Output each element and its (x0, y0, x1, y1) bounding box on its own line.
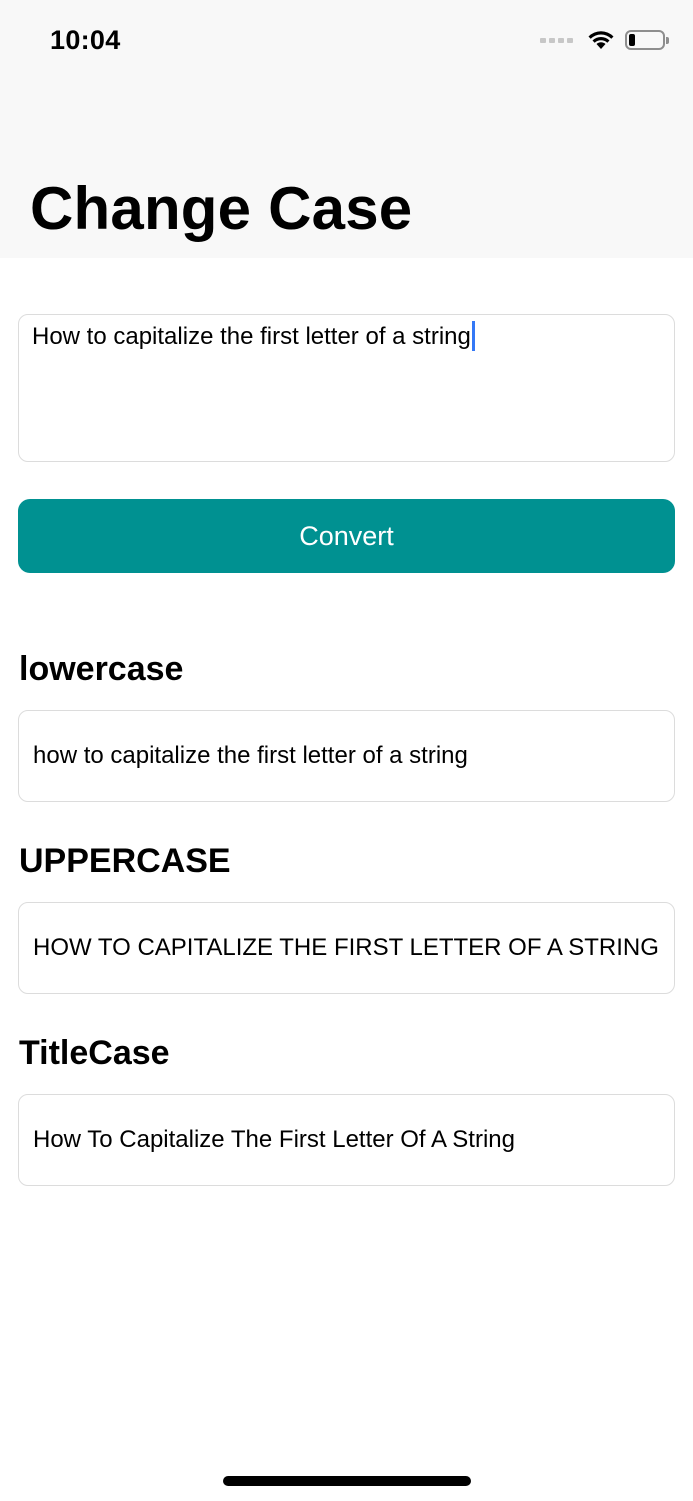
lowercase-result[interactable]: how to capitalize the first letter of a … (18, 710, 675, 802)
status-icons (540, 30, 669, 50)
text-caret (471, 321, 475, 351)
uppercase-label: UPPERCASE (19, 842, 231, 880)
wifi-icon (588, 31, 614, 49)
lowercase-label: lowercase (19, 650, 184, 688)
status-time: 10:04 (50, 25, 121, 55)
home-indicator[interactable] (223, 1476, 471, 1486)
uppercase-result[interactable]: HOW TO CAPITALIZE THE FIRST LETTER OF A … (18, 902, 675, 994)
titlecase-label: TitleCase (19, 1034, 170, 1072)
lowercase-result-text: how to capitalize the first letter of a … (33, 742, 468, 769)
app-screen: 10:04 Change Case How to capitalize the … (0, 0, 693, 1501)
uppercase-result-text: HOW TO CAPITALIZE THE FIRST LETTER OF A … (33, 934, 659, 961)
battery-icon (625, 30, 669, 50)
titlecase-result[interactable]: How To Capitalize The First Letter Of A … (18, 1094, 675, 1186)
convert-button[interactable]: Convert (18, 499, 675, 573)
titlecase-result-text: How To Capitalize The First Letter Of A … (33, 1126, 515, 1153)
page-title: Change Case (30, 175, 413, 242)
text-input-value: How to capitalize the first letter of a … (32, 323, 471, 350)
battery-fill (629, 34, 635, 46)
text-input[interactable]: How to capitalize the first letter of a … (18, 314, 675, 462)
navigation-bar: 10:04 Change Case (0, 0, 693, 258)
signal-dots-icon (540, 37, 573, 43)
